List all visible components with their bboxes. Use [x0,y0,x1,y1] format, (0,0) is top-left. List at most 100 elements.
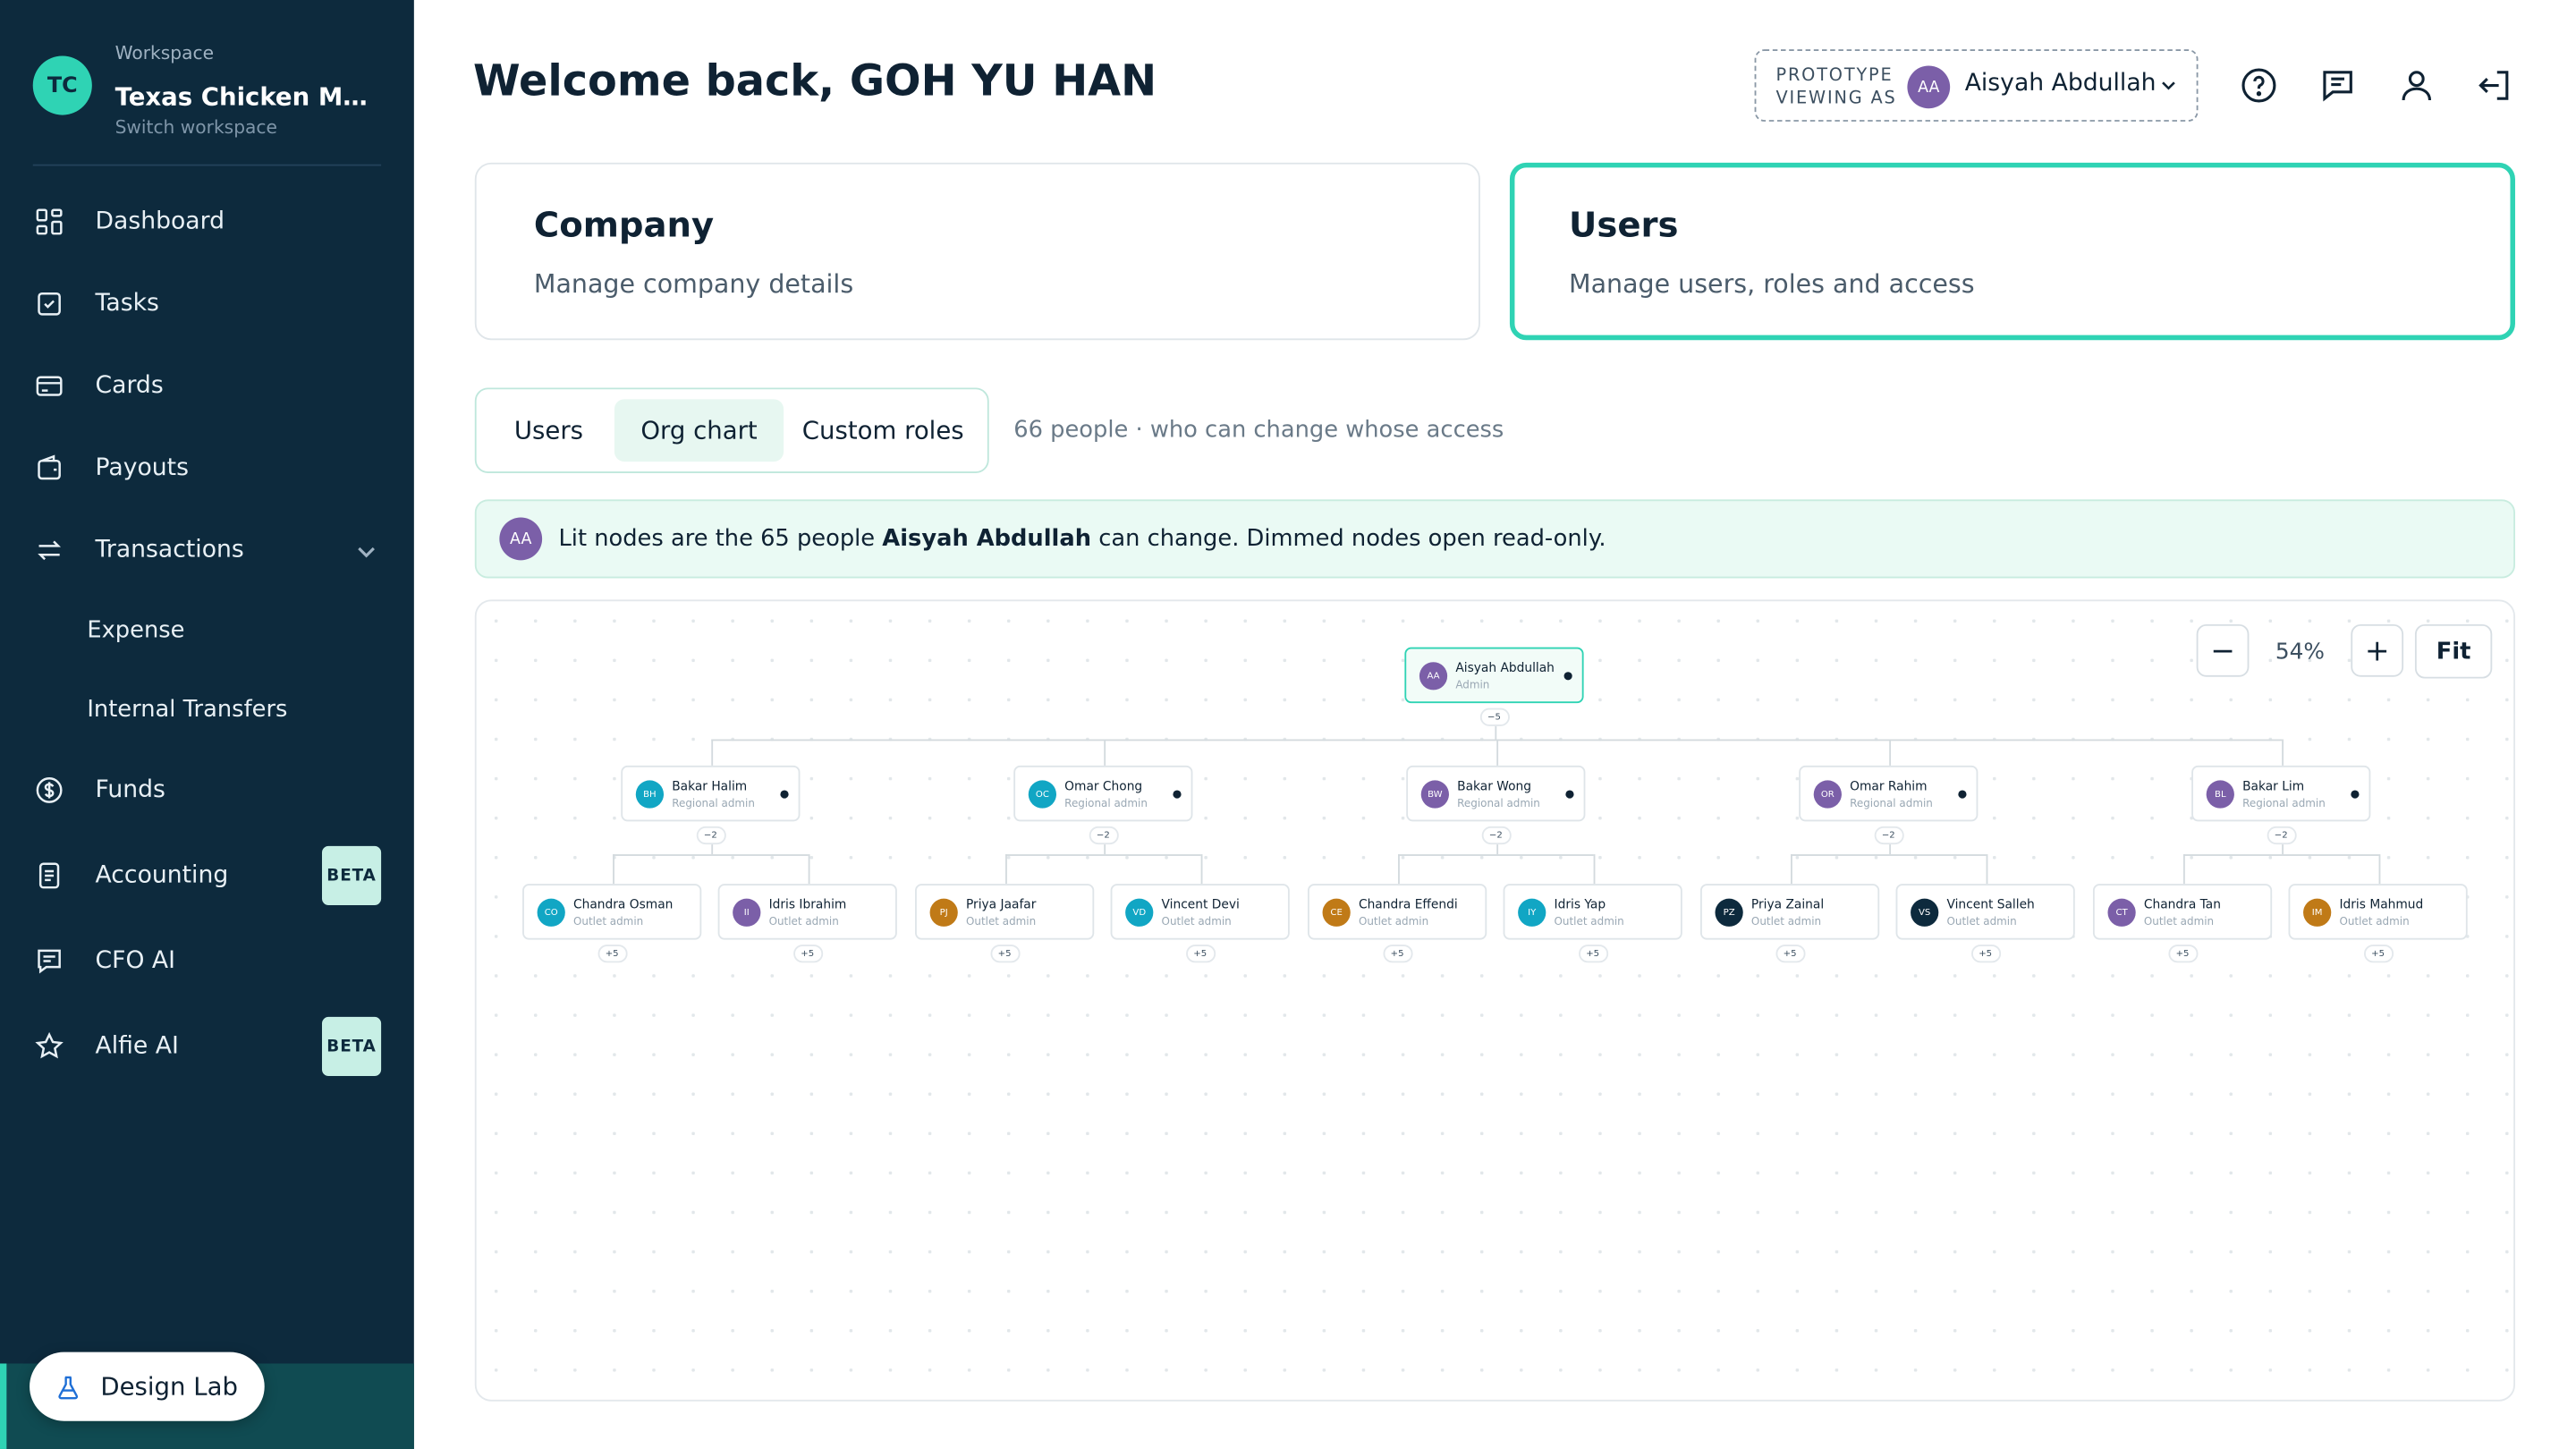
zoom-out-button[interactable]: − [2196,623,2250,677]
children-count-toggle[interactable]: +5 [597,945,627,963]
org-node[interactable]: BW Bakar Wong Regional admin [1406,765,1586,822]
org-node-name: Chandra Tan [2143,896,2221,912]
connector-line [1004,854,1200,856]
help-icon[interactable] [2239,65,2278,105]
viewing-as-selector[interactable]: PROTOTYPE VIEWING AS AA Aisyah Abdullah [1754,49,2199,122]
avatar: II [733,898,761,927]
children-count-toggle[interactable]: +5 [989,945,1020,963]
tab-org-chart[interactable]: Org chart [614,399,784,462]
avatar: BL [2206,780,2234,809]
connector-line [1199,854,1202,885]
avatar: CO [537,898,565,927]
sidebar-item-alfie-ai[interactable]: Alfie AI BETA [33,1016,382,1077]
org-node-name: Priya Jaafar [965,896,1037,912]
org-node[interactable]: PZ Priya Zainal Outlet admin [1699,884,1880,940]
workspace-name: Texas Chicken Mala... [114,81,382,112]
connector-line [2182,854,2184,885]
chevron-down-icon [2162,81,2175,90]
workspace-switcher[interactable]: TC Workspace Texas Chicken Mala... Switc… [32,39,382,166]
users-tabs: Users Org chart Custom roles [474,387,989,473]
sidebar-item-transactions[interactable]: Transactions [33,521,381,580]
logout-icon[interactable] [2474,65,2513,105]
sidebar-item-payouts[interactable]: Payouts [33,438,381,497]
org-node-role: Outlet admin [768,915,839,928]
org-node-role: Outlet admin [1358,915,1429,928]
sidebar-item-label: Accounting [95,862,229,889]
org-node[interactable]: CE Chandra Effendi Outlet admin [1308,884,1487,940]
switch-workspace-link[interactable]: Switch workspace [115,116,277,138]
org-node[interactable]: IY Idris Yap Outlet admin [1503,884,1682,940]
org-node-name: Chandra Osman [573,896,674,912]
workspace-label: Workspace [114,42,215,64]
design-lab-button[interactable]: Design Lab [30,1352,265,1421]
chevron-down-icon[interactable] [352,538,381,567]
avatar: CT [2107,898,2136,927]
connector-line [2281,739,2284,766]
org-node-name: Omar Chong [1064,778,1143,794]
children-count-toggle[interactable]: −2 [2266,826,2296,845]
feedback-icon[interactable] [2318,65,2358,105]
org-node[interactable]: VD Vincent Devi Outlet admin [1110,884,1290,940]
star-icon [33,1030,66,1063]
children-count-toggle[interactable]: −2 [1088,826,1118,845]
fit-button[interactable]: Fit [2414,623,2493,679]
org-node[interactable]: CO Chandra Osman Outlet admin [522,884,702,940]
sidebar-item-funds[interactable]: Funds [33,760,381,819]
org-node[interactable]: BL Bakar Lim Regional admin [2191,765,2371,822]
editable-indicator-icon [1563,672,1572,681]
connector-line [710,844,713,855]
user-icon[interactable] [2397,65,2436,105]
sidebar-item-label: Transactions [95,537,244,564]
beta-badge: BETA [321,1016,382,1077]
children-count-toggle[interactable]: +5 [2167,945,2198,963]
editable-indicator-icon [2351,790,2360,799]
sidebar-item-dashboard[interactable]: Dashboard [33,192,381,251]
children-count-toggle[interactable]: +5 [2363,945,2394,963]
children-count-toggle[interactable]: +5 [1970,945,2001,963]
editable-indicator-icon [1565,790,1574,799]
org-node[interactable]: IM Idris Mahmud Outlet admin [2288,884,2468,940]
tab-custom-roles[interactable]: Custom roles [787,399,979,462]
sidebar-subitem-internal-transfers[interactable]: Internal Transfers [87,697,287,723]
tab-users[interactable]: Users [487,399,612,462]
org-node[interactable]: II Idris Ibrahim Outlet admin [717,884,897,940]
org-node[interactable]: OR Omar Rahim Regional admin [1799,765,1979,822]
avatar: AA [499,517,543,561]
children-count-toggle[interactable]: −2 [695,826,725,845]
org-node[interactable]: VS Vincent Salleh Outlet admin [1895,884,2075,940]
children-count-toggle[interactable]: +5 [792,945,823,963]
connector-line [1494,725,1496,740]
children-count-toggle[interactable]: +5 [1185,945,1216,963]
connector-line [2377,854,2380,885]
sidebar-item-accounting[interactable]: Accounting BETA [33,845,382,906]
org-node[interactable]: CT Chandra Tan Outlet admin [2092,884,2273,940]
sidebar-item-tasks[interactable]: Tasks [33,275,381,334]
sidebar-item-cfo-ai[interactable]: CFO AI [33,931,381,990]
sidebar-item-cards[interactable]: Cards [33,357,381,416]
children-count-toggle[interactable]: −2 [1480,826,1511,845]
avatar: AA [1419,662,1448,691]
card-subtitle: Manage users, roles and access [1569,269,1975,300]
connector-line [1103,844,1106,855]
children-count-toggle[interactable]: +5 [1775,945,1805,963]
sidebar-item-label: CFO AI [95,947,175,975]
connector-line [807,854,809,885]
company-card[interactable]: Company Manage company details [474,162,1480,341]
org-node[interactable]: AA Aisyah Abdullah Admin [1404,647,1584,704]
org-node[interactable]: BH Bakar Halim Regional admin [621,765,801,822]
connector-line [2281,844,2284,855]
org-node[interactable]: PJ Priya Jaafar Outlet admin [915,884,1095,940]
org-node[interactable]: OC Omar Chong Regional admin [1013,765,1193,822]
users-card[interactable]: Users Manage users, roles and access [1509,162,2515,341]
org-node-role: Regional admin [1457,796,1540,810]
editable-indicator-icon [780,790,789,799]
children-count-toggle[interactable]: +5 [1578,945,1608,963]
tasks-icon [33,287,66,320]
sidebar-item-label: Alfie AI [95,1033,179,1060]
sidebar-subitem-expense[interactable]: Expense [87,618,184,644]
viewing-as-name: Aisyah Abdullah [1964,70,2157,97]
children-count-toggle[interactable]: −2 [1873,826,1903,845]
children-count-toggle[interactable]: +5 [1382,945,1412,963]
children-count-toggle[interactable]: −5 [1479,708,1510,726]
zoom-in-button[interactable]: + [2351,623,2404,677]
